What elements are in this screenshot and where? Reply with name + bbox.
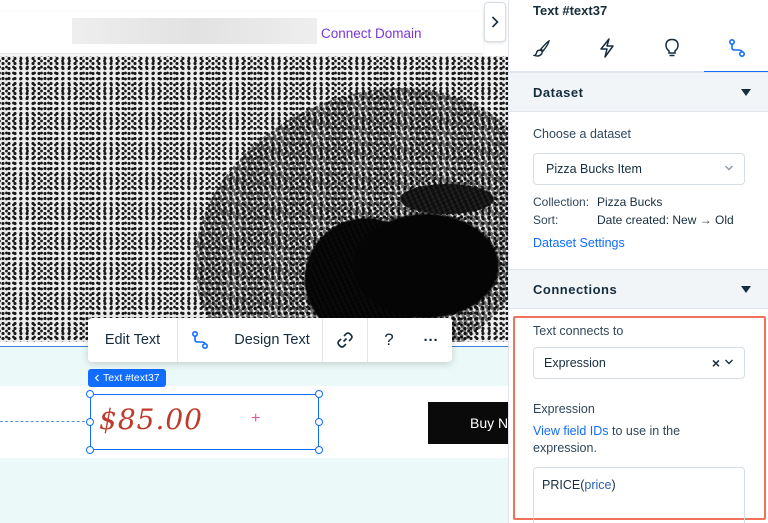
connect-icon bbox=[191, 330, 209, 350]
expression-help: View field IDs to use in the expression. bbox=[533, 423, 733, 457]
collection-value: Pizza Bucks bbox=[597, 195, 663, 209]
chevron-right-icon bbox=[491, 16, 499, 28]
chevron-down-icon bbox=[725, 359, 733, 365]
element-tag-label: Text #text37 bbox=[103, 372, 160, 384]
expression-label: Expression bbox=[533, 402, 595, 416]
lightning-icon bbox=[599, 38, 614, 58]
resize-handle-bottom-right[interactable] bbox=[315, 446, 323, 454]
caret-down-icon bbox=[741, 285, 751, 293]
tab-connect[interactable] bbox=[704, 24, 768, 73]
chevron-down-icon bbox=[725, 165, 733, 171]
element-toolbar: Edit Text Design Text ? ··· bbox=[88, 318, 452, 362]
resize-handle-right[interactable] bbox=[315, 418, 323, 426]
view-field-ids-link[interactable]: View field IDs bbox=[533, 424, 609, 438]
edit-text-button[interactable]: Edit Text bbox=[88, 318, 177, 362]
chevron-left-icon bbox=[94, 374, 99, 382]
connect-data-button[interactable] bbox=[178, 318, 222, 362]
tab-animation[interactable] bbox=[574, 24, 639, 72]
site-topbar: Connect Domain bbox=[0, 12, 483, 54]
connections-section-title: Connections bbox=[533, 281, 618, 297]
expression-function: PRICE( bbox=[542, 478, 585, 492]
element-tag[interactable]: Text #text37 bbox=[88, 369, 166, 387]
text-connects-to-label: Text connects to bbox=[533, 324, 624, 338]
site-url-placeholder bbox=[72, 18, 317, 44]
link-button[interactable] bbox=[323, 318, 367, 362]
expression-input[interactable]: PRICE(price) bbox=[533, 467, 745, 523]
dataset-section-header[interactable]: Dataset bbox=[509, 72, 768, 112]
expression-argument: price bbox=[584, 478, 612, 492]
caret-down-icon bbox=[741, 88, 751, 96]
resize-handle-left[interactable] bbox=[86, 418, 94, 426]
design-text-label: Design Text bbox=[234, 332, 310, 348]
connects-to-value: Expression bbox=[544, 356, 606, 370]
collection-key: Collection: bbox=[533, 195, 590, 209]
buy-now-button[interactable]: Buy Now bbox=[428, 402, 508, 444]
panel-title: Text #text37 bbox=[533, 3, 608, 18]
repeater-strip-bottom bbox=[0, 458, 508, 523]
connections-section-header[interactable]: Connections bbox=[509, 269, 768, 309]
choose-dataset-label: Choose a dataset bbox=[533, 127, 631, 141]
lightbulb-icon bbox=[664, 38, 679, 57]
more-icon: ··· bbox=[423, 331, 439, 349]
tab-design[interactable] bbox=[509, 24, 574, 72]
help-icon: ? bbox=[384, 330, 394, 349]
help-button[interactable]: ? bbox=[368, 318, 410, 362]
dataset-dropdown[interactable]: Pizza Bucks Item bbox=[533, 153, 745, 185]
dataset-section-title: Dataset bbox=[533, 84, 584, 100]
connect-domain-link[interactable]: Connect Domain bbox=[321, 26, 422, 41]
buy-now-label: Buy Now bbox=[470, 415, 508, 431]
dataset-dropdown-value: Pizza Bucks Item bbox=[546, 162, 642, 176]
edit-text-label: Edit Text bbox=[104, 332, 161, 348]
price-text-element[interactable]: $85.00 + bbox=[86, 390, 323, 454]
clear-icon[interactable]: × bbox=[712, 355, 720, 371]
link-icon bbox=[337, 332, 353, 348]
sort-value: Date created: New → Old bbox=[597, 213, 734, 227]
alignment-guide bbox=[0, 421, 90, 422]
sort-key: Sort: bbox=[533, 213, 559, 227]
expand-panel-button[interactable] bbox=[484, 2, 506, 42]
resize-handle-top-right[interactable] bbox=[315, 390, 323, 398]
tab-settings[interactable] bbox=[639, 24, 704, 72]
inspector-panel: Text #text37 Dataset Choose a dataset Pi… bbox=[508, 0, 768, 523]
design-text-button[interactable]: Design Text bbox=[222, 318, 322, 362]
brush-icon bbox=[532, 39, 550, 57]
resize-handle-top-left[interactable] bbox=[86, 390, 94, 398]
connect-icon bbox=[728, 38, 745, 58]
more-actions-button[interactable]: ··· bbox=[410, 318, 452, 362]
expression-close-paren: ) bbox=[611, 478, 616, 492]
panel-tabs bbox=[509, 24, 768, 73]
price-text: $85.00 bbox=[99, 403, 203, 436]
hero-image[interactable] bbox=[0, 56, 508, 342]
center-plus-icon: + bbox=[251, 410, 261, 427]
connects-to-dropdown[interactable]: Expression × bbox=[533, 347, 745, 379]
resize-handle-bottom-left[interactable] bbox=[86, 446, 94, 454]
editor-canvas[interactable]: Connect Domain Text #text37 $85.00 + Buy… bbox=[0, 0, 508, 523]
dataset-settings-link[interactable]: Dataset Settings bbox=[533, 236, 625, 250]
